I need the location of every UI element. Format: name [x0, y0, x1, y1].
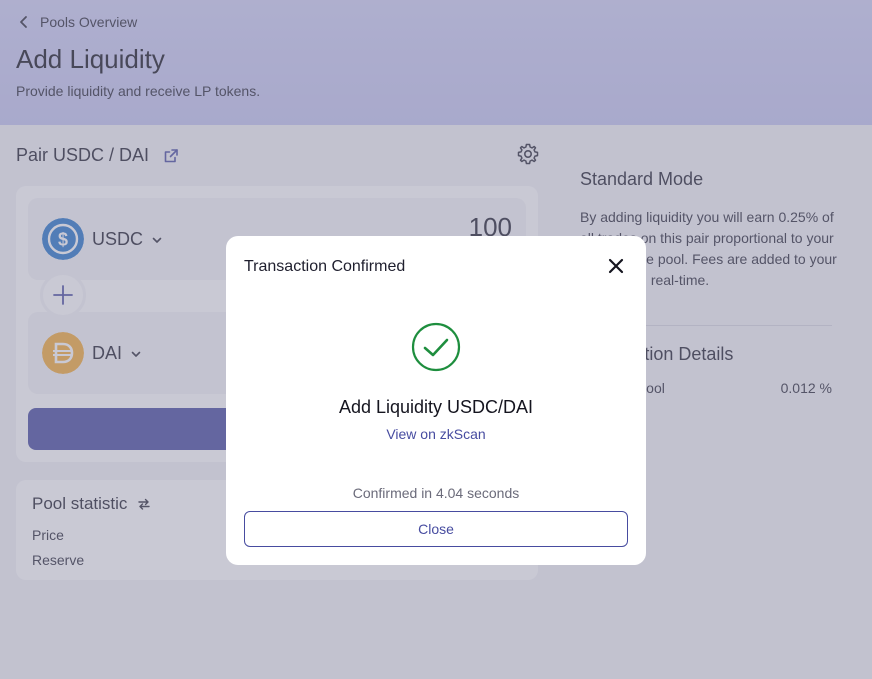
view-on-zkscan-link[interactable]: View on zkScan [226, 426, 646, 442]
close-button[interactable]: Close [244, 511, 628, 547]
transaction-confirmed-modal: Transaction Confirmed Add Liquidity USDC… [226, 236, 646, 565]
modal-title: Transaction Confirmed [244, 258, 406, 275]
confirmation-time: Confirmed in 4.04 seconds [352, 485, 520, 501]
modal-heading: Add Liquidity USDC/DAI [338, 397, 534, 417]
check-circle-icon [411, 322, 461, 372]
close-icon[interactable] [606, 256, 626, 276]
